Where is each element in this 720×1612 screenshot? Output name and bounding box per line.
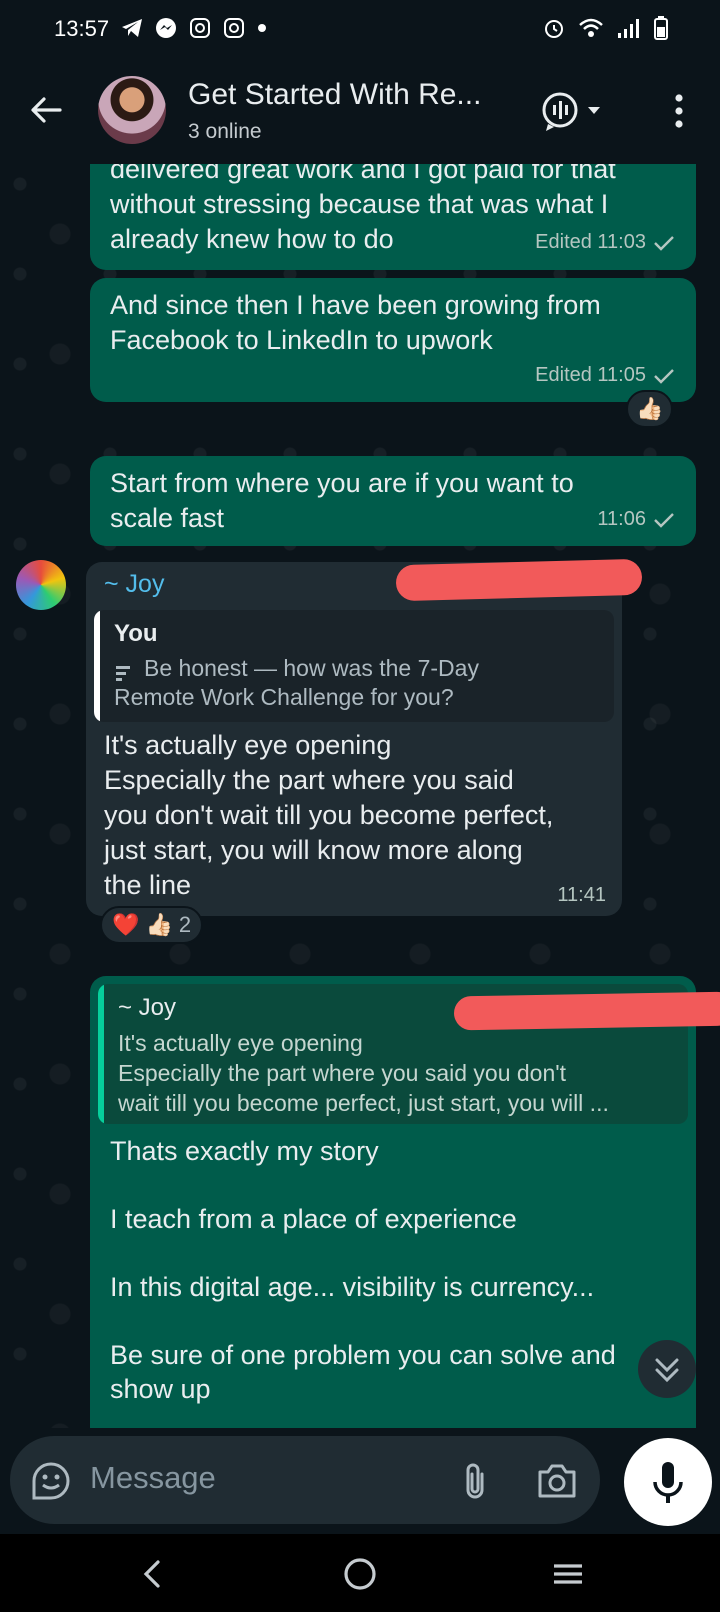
status-bar: 13:57 [0,0,720,62]
quote-author: You [114,620,158,647]
message-text: And since then I have been growing from … [110,290,601,355]
message-outgoing[interactable]: delivered great work and I got paid for … [90,164,696,270]
message-meta: 11:06 [597,508,676,531]
chat-area[interactable]: delivered great work and I got paid for … [0,164,720,1428]
scroll-to-bottom-button[interactable] [638,1340,696,1398]
quote-text: It's actually eye opening Especially the… [118,1030,609,1116]
sticker-icon[interactable] [30,1460,72,1502]
status-time: 13:57 [54,16,110,41]
messenger-icon [156,18,176,38]
sender-name[interactable]: ~ Joy [104,570,164,599]
quote-bar [98,984,104,1124]
back-arrow-icon[interactable] [26,90,66,130]
reaction-count: 2 [178,912,192,937]
message-text: Thats exactly my story I teach from a pl… [110,1136,616,1404]
message-text: Start from where you are if you want to … [110,468,574,533]
message-meta: Edited 11:03 [535,231,676,254]
instagram-icon [190,18,210,38]
nav-recents-icon[interactable] [548,1554,588,1594]
wifi-icon [579,18,603,37]
message-outgoing[interactable]: Start from where you are if you want to … [90,456,696,546]
chat-title[interactable]: Get Started With Re... [188,78,481,112]
message-time: Edited 11:03 [535,231,646,253]
quoted-message[interactable]: You Be honest — how was the 7-Day Remote… [94,610,614,722]
message-time: 11:06 [597,508,646,530]
notification-icons [120,16,268,40]
mic-button[interactable] [624,1438,712,1526]
system-icons [542,16,668,40]
quote-text: Be honest — how was the 7-Day Remote Wor… [114,655,479,710]
battery-icon [654,16,668,40]
nav-back-icon[interactable] [134,1554,174,1594]
message-outgoing[interactable]: And since then I have been growing from … [90,278,696,402]
single-check-icon [654,512,674,528]
message-incoming[interactable]: ~ Joy You Be honest — how was the 7-Day … [86,562,622,916]
voice-chat-icon[interactable] [540,90,610,134]
message-time: Edited 11:05 [535,364,646,386]
signal-icon [618,19,639,38]
dot-icon [258,24,266,32]
attach-icon[interactable] [460,1460,490,1502]
message-input[interactable]: Message [90,1460,216,1496]
message-composer: Message [10,1436,600,1524]
chat-header: Get Started With Re... 3 online [0,62,720,164]
sender-avatar[interactable] [16,560,66,610]
message-outgoing[interactable]: ~ Joy It's actually eye opening Especial… [90,976,696,1428]
online-status: 3 online [188,120,262,143]
message-meta: Edited 11:05 [535,364,676,387]
single-check-icon [654,368,674,384]
quote-bar [94,610,100,722]
single-check-icon [654,235,674,251]
telegram-icon [122,19,142,37]
more-vert-icon[interactable] [664,90,694,134]
message-reaction[interactable]: 👍🏻 [626,390,674,428]
instagram-icon [224,18,244,38]
message-text: It's actually eye opening Especially the… [104,730,554,900]
group-avatar[interactable] [98,76,166,144]
reaction-emojis: ❤️ 👍🏻 [112,912,173,937]
quote-author: ~ Joy [118,994,177,1021]
mic-icon [653,1462,683,1503]
message-time: 11:41 [557,884,606,906]
reaction-emoji: 👍🏻 [636,396,664,421]
redaction-mark [395,558,643,602]
alarm-icon [545,20,563,38]
camera-icon[interactable] [536,1462,578,1500]
message-meta: 11:41 [557,884,606,907]
redaction-mark [453,991,720,1031]
message-reactions[interactable]: ❤️ 👍🏻 2 [100,906,204,944]
nav-home-icon[interactable] [340,1554,380,1594]
double-chevron-down-icon [655,1358,679,1383]
system-nav-bar [0,1534,720,1612]
